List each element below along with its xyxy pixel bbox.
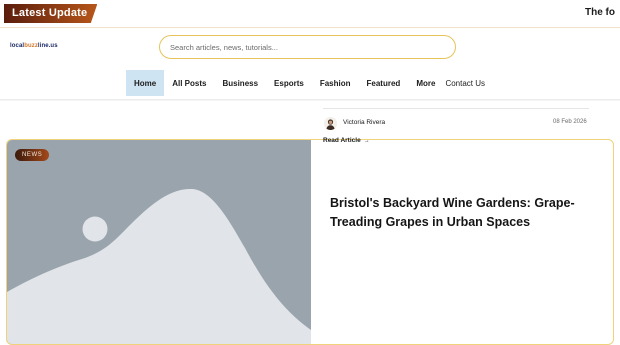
read-article-link[interactable]: Read Article →	[323, 137, 370, 144]
author-name[interactable]: Victoria Rivera	[343, 119, 385, 126]
news-ticker[interactable]: The fo	[585, 7, 615, 18]
top-bar: Latest Update The fo	[0, 0, 620, 27]
author-avatar	[324, 117, 337, 130]
article-image-placeholder[interactable]: NEWS	[7, 140, 311, 344]
image-placeholder-icon	[7, 140, 311, 344]
featured-article-card: NEWS Bristol's Backyard Wine Gardens: Gr…	[6, 139, 614, 345]
latest-update-badge: Latest Update	[4, 4, 98, 23]
nav-item-home[interactable]: Home	[126, 70, 165, 96]
arrow-right-icon: →	[363, 138, 370, 144]
site-logo[interactable]: localbuzzline.us	[10, 43, 58, 49]
publish-date: 08 Feb 2026	[553, 119, 587, 125]
main-nav: Home All Posts Business Esports Fashion …	[126, 70, 493, 96]
nav-item-more[interactable]: More	[408, 70, 443, 96]
category-badge[interactable]: NEWS	[15, 149, 50, 161]
nav-item-contact-us[interactable]: Contact Us	[443, 70, 493, 96]
nav-item-fashion[interactable]: Fashion	[312, 70, 359, 96]
nav-item-business[interactable]: Business	[214, 70, 266, 96]
nav-item-all-posts[interactable]: All Posts	[164, 70, 214, 96]
search-input[interactable]	[160, 36, 455, 58]
author-avatar-icon	[324, 117, 337, 130]
nav-divider	[0, 99, 620, 101]
meta-divider	[323, 108, 589, 109]
article-title[interactable]: Bristol's Backyard Wine Gardens: Grape-T…	[330, 194, 602, 232]
nav-item-featured[interactable]: Featured	[359, 70, 409, 96]
nav-item-esports[interactable]: Esports	[266, 70, 312, 96]
search-box	[159, 35, 456, 59]
topbar-divider	[0, 27, 620, 28]
